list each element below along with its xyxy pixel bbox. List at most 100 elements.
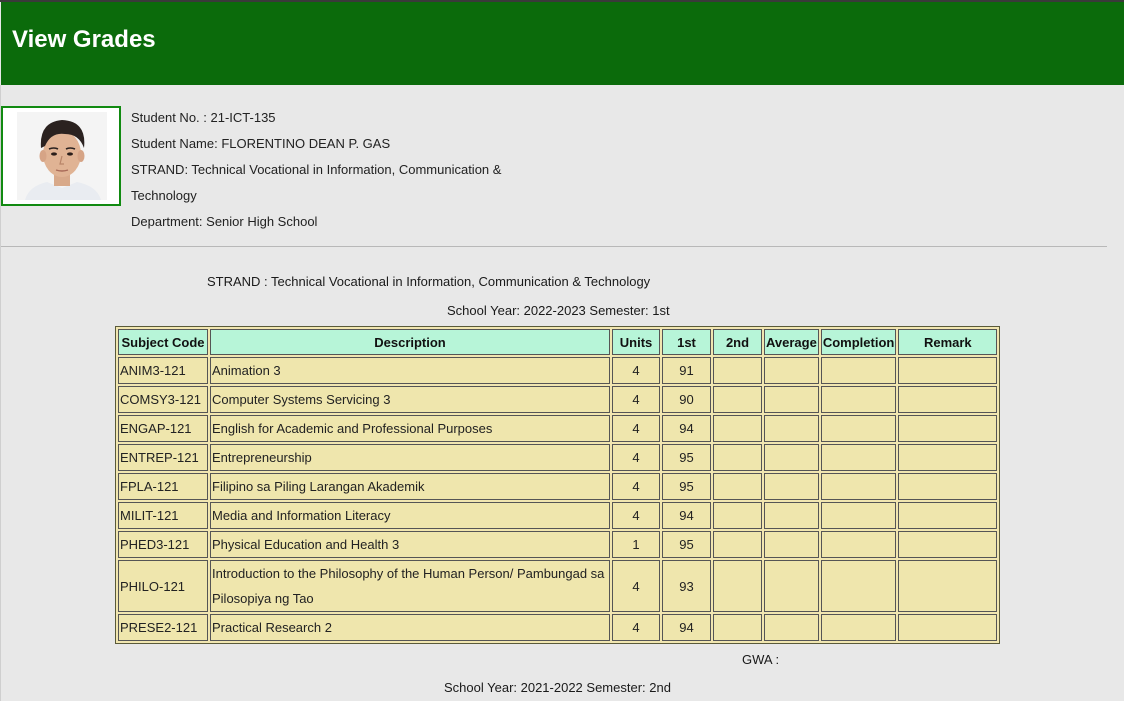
grade-remark <box>898 357 998 384</box>
table-row: MILIT-121 Media and Information Literacy… <box>118 502 998 529</box>
semester-heading: School Year: 2021-2022 Semester: 2nd <box>444 680 671 695</box>
grade-average <box>764 386 819 413</box>
grade-completion <box>820 415 897 442</box>
grade-average <box>764 473 819 500</box>
subject-units: 4 <box>612 473 660 500</box>
table-header-row: Subject Code Description Units 1st 2nd A… <box>118 329 998 355</box>
grade-2nd <box>713 357 762 384</box>
grade-completion <box>820 614 897 641</box>
grade-remark <box>898 502 998 529</box>
grade-1st: 94 <box>662 415 711 442</box>
grade-2nd <box>713 473 762 500</box>
subject-code: FPLA-121 <box>118 473 208 500</box>
student-strand-continued: Technology <box>131 188 197 203</box>
grade-2nd <box>713 415 762 442</box>
grade-remark <box>898 560 998 612</box>
student-number: Student No. : 21-ICT-135 <box>131 110 276 125</box>
grade-remark <box>898 531 998 558</box>
grade-remark <box>898 444 998 471</box>
grade-1st: 95 <box>662 473 711 500</box>
subject-units: 4 <box>612 560 660 612</box>
grade-completion <box>820 473 897 500</box>
subject-units: 4 <box>612 357 660 384</box>
subject-code: PHILO-121 <box>118 560 208 612</box>
table-row: PHED3-121 Physical Education and Health … <box>118 531 998 558</box>
grade-average <box>764 415 819 442</box>
header-completion: Completion <box>820 329 897 355</box>
grade-remark <box>898 415 998 442</box>
subject-code: ENGAP-121 <box>118 415 208 442</box>
subject-description: Media and Information Literacy <box>210 502 610 529</box>
grade-average <box>764 357 819 384</box>
subject-description: Animation 3 <box>210 357 610 384</box>
subject-units: 1 <box>612 531 660 558</box>
table-row: COMSY3-121 Computer Systems Servicing 3 … <box>118 386 998 413</box>
subject-code: PHED3-121 <box>118 531 208 558</box>
page-title: View Grades <box>12 26 156 53</box>
grade-2nd <box>713 502 762 529</box>
grade-2nd <box>713 531 762 558</box>
header-2nd: 2nd <box>713 329 762 355</box>
grade-average <box>764 531 819 558</box>
student-photo <box>17 112 107 200</box>
student-department: Department: Senior High School <box>131 214 318 229</box>
grade-completion <box>820 444 897 471</box>
header-average: Average <box>764 329 819 355</box>
grade-2nd <box>713 444 762 471</box>
subject-description: Introduction to the Philosophy of the Hu… <box>210 560 610 612</box>
subject-units: 4 <box>612 614 660 641</box>
table-row: PRESE2-121 Practical Research 2 4 94 <box>118 614 998 641</box>
grade-1st: 91 <box>662 357 711 384</box>
grade-completion <box>820 357 897 384</box>
strand-heading: STRAND : Technical Vocational in Informa… <box>207 274 651 289</box>
header-description: Description <box>210 329 610 355</box>
grade-2nd <box>713 614 762 641</box>
page-header: View Grades <box>1 2 1124 85</box>
table-row: FPLA-121 Filipino sa Piling Larangan Aka… <box>118 473 998 500</box>
subject-description: Entrepreneurship <box>210 444 610 471</box>
grade-completion <box>820 531 897 558</box>
subject-units: 4 <box>612 444 660 471</box>
grade-1st: 94 <box>662 502 711 529</box>
grade-average <box>764 444 819 471</box>
grade-2nd <box>713 560 762 612</box>
student-strand: STRAND: Technical Vocational in Informat… <box>131 162 502 177</box>
header-1st: 1st <box>662 329 711 355</box>
subject-description: Practical Research 2 <box>210 614 610 641</box>
subject-code: PRESE2-121 <box>118 614 208 641</box>
subject-code: MILIT-121 <box>118 502 208 529</box>
table-row: PHILO-121 Introduction to the Philosophy… <box>118 560 998 612</box>
subject-description: English for Academic and Professional Pu… <box>210 415 610 442</box>
grade-1st: 95 <box>662 531 711 558</box>
grade-completion <box>820 502 897 529</box>
section-divider <box>1 246 1107 247</box>
student-photo-image <box>17 112 107 200</box>
header-remark: Remark <box>898 329 998 355</box>
gwa-label: GWA : <box>742 652 780 667</box>
table-row: ENTREP-121 Entrepreneurship 4 95 <box>118 444 998 471</box>
grade-average <box>764 560 819 612</box>
subject-description: Filipino sa Piling Larangan Akademik <box>210 473 610 500</box>
grade-remark <box>898 386 998 413</box>
student-name: Student Name: FLORENTINO DEAN P. GAS <box>131 136 391 151</box>
student-photo-frame <box>1 106 121 206</box>
grade-1st: 93 <box>662 560 711 612</box>
subject-code: ANIM3-121 <box>118 357 208 384</box>
subject-units: 4 <box>612 502 660 529</box>
header-subject-code: Subject Code <box>118 329 208 355</box>
subject-code: COMSY3-121 <box>118 386 208 413</box>
grade-completion <box>820 386 897 413</box>
grade-average <box>764 614 819 641</box>
grade-1st: 95 <box>662 444 711 471</box>
table-row: ENGAP-121 English for Academic and Profe… <box>118 415 998 442</box>
grade-1st: 94 <box>662 614 711 641</box>
header-units: Units <box>612 329 660 355</box>
grade-completion <box>820 560 897 612</box>
semester-heading: School Year: 2022-2023 Semester: 1st <box>447 303 670 318</box>
table-row: ANIM3-121 Animation 3 4 91 <box>118 357 998 384</box>
subject-units: 4 <box>612 386 660 413</box>
grade-remark <box>898 473 998 500</box>
subject-code: ENTREP-121 <box>118 444 208 471</box>
subject-units: 4 <box>612 415 660 442</box>
subject-description: Physical Education and Health 3 <box>210 531 610 558</box>
